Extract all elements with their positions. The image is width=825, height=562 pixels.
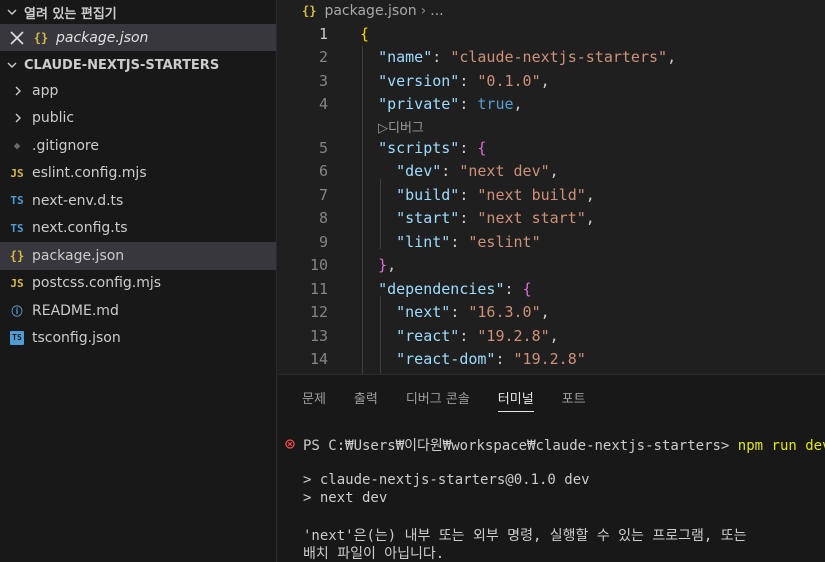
line-number: 5 <box>318 138 328 157</box>
terminal-output: > next dev <box>303 490 388 506</box>
line-number: 8 <box>318 209 328 228</box>
terminal-prompt-line: PS C:₩Users₩이다원₩workspace₩claude-nextjs-… <box>303 435 825 455</box>
code-line: 7 "build": "next build", <box>278 183 825 207</box>
chevron-down-icon <box>4 4 20 20</box>
open-editors-header[interactable]: 열려 있는 편집기 <box>0 0 276 24</box>
chevron-right-icon: › <box>420 3 427 19</box>
line-number: 12 <box>309 303 328 322</box>
terminal-command: npm run dev <box>737 438 825 454</box>
info-icon: ⓘ <box>11 304 23 318</box>
explorer-sidebar: 열려 있는 편집기 {} package.json CLAUDE-NEXTJS-… <box>0 0 277 562</box>
line-number: 3 <box>318 71 328 90</box>
line-number: 10 <box>309 256 328 275</box>
code-line: 14 "react-dom": "19.2.8" <box>278 348 825 372</box>
tree-item-postcss-config[interactable]: JS postcss.config.mjs <box>0 270 276 298</box>
breadcrumb-file[interactable]: package.json <box>324 3 416 19</box>
tree-item-package-json[interactable]: {} package.json <box>0 242 276 270</box>
git-file-icon: ◆ <box>13 139 21 153</box>
code-line: 5 "scripts": { <box>278 136 825 160</box>
chevron-right-icon <box>10 110 26 126</box>
code-line: 2 "name": "claude-nextjs-starters", <box>278 46 825 70</box>
code-line: 8 "start": "next start", <box>278 207 825 231</box>
line-number: 6 <box>318 162 328 181</box>
breadcrumb-more[interactable]: ... <box>430 3 443 19</box>
code-line: 13 "react": "19.2.8", <box>278 324 825 348</box>
tree-item-app[interactable]: app <box>0 77 276 105</box>
code-line: 9 "lint": "eslint" <box>278 230 825 254</box>
js-file-icon: JS <box>10 166 24 180</box>
tree-item-readme[interactable]: ⓘ README.md <box>0 297 276 325</box>
tab-problems[interactable]: 문제 <box>302 375 326 419</box>
code-line: 6 "dev": "next dev", <box>278 160 825 184</box>
tree-item-label: .gitignore <box>32 137 99 154</box>
error-circle-icon <box>285 439 295 449</box>
tree-item-eslint-config[interactable]: JS eslint.config.mjs <box>0 160 276 188</box>
tree-item-label: package.json <box>32 247 125 264</box>
line-number: 9 <box>318 232 328 251</box>
tree-item-next-env[interactable]: TS next-env.d.ts <box>0 187 276 215</box>
tree-item-label: tsconfig.json <box>32 330 121 347</box>
line-number: 1 <box>318 24 328 43</box>
tree-item-next-config[interactable]: TS next.config.ts <box>0 215 276 243</box>
code-line: 1{ <box>278 22 825 46</box>
project-title: CLAUDE-NEXTJS-STARTERS <box>24 57 220 73</box>
code-editor[interactable]: {} package.json › ... 1{ 2 "name": "clau… <box>278 0 825 376</box>
ts-file-icon: TS <box>10 194 24 208</box>
chevron-down-icon <box>4 57 20 73</box>
terminal-prompt: PS C:₩Users₩이다원₩workspace₩claude-nextjs-… <box>303 438 738 454</box>
open-editor-filename: package.json <box>56 29 149 46</box>
tree-item-public[interactable]: public <box>0 105 276 133</box>
line-number: 14 <box>309 350 328 369</box>
tree-item-label: README.md <box>32 302 119 319</box>
open-editors-title: 열려 있는 편집기 <box>24 6 117 22</box>
debug-codelens-label[interactable]: ▷디버그 <box>378 117 424 136</box>
terminal-error: 배치 파일이 아닙니다. <box>303 546 445 562</box>
bottom-panel: 문제 출력 디버그 콘솔 터미널 포트 PS C:₩Users₩이다원₩work… <box>278 374 825 562</box>
chevron-right-icon <box>10 83 26 99</box>
code-area[interactable]: 1{ 2 "name": "claude-nextjs-starters", 3… <box>278 22 825 376</box>
line-number: 2 <box>318 48 328 67</box>
tab-terminal[interactable]: 터미널 <box>497 375 534 419</box>
terminal-output: > claude-nextjs-starters@0.1.0 dev <box>303 472 590 488</box>
breadcrumb: {} package.json › ... <box>278 0 825 22</box>
tab-output[interactable]: 출력 <box>354 375 378 419</box>
line-number: 7 <box>318 185 328 204</box>
code-line: 4 "private": true, <box>278 93 825 117</box>
close-icon[interactable] <box>8 29 26 47</box>
json-file-icon: {} <box>302 4 317 18</box>
js-file-icon: JS <box>10 276 24 290</box>
open-editor-item[interactable]: {} package.json <box>0 24 276 51</box>
tree-item-label: next-env.d.ts <box>32 192 124 209</box>
tree-item-label: public <box>32 110 75 127</box>
panel-tabs: 문제 출력 디버그 콘솔 터미널 포트 <box>278 375 825 419</box>
code-line: 3 "version": "0.1.0", <box>278 69 825 93</box>
code-line: 12 "next": "16.3.0", <box>278 301 825 325</box>
codelens-debug[interactable]: ▷디버그 <box>278 116 825 136</box>
tree-item-label: app <box>32 82 59 99</box>
json-file-icon: {} <box>33 30 49 45</box>
tree-item-label: eslint.config.mjs <box>32 165 147 182</box>
tree-item-label: next.config.ts <box>32 220 128 237</box>
line-number: 4 <box>318 95 328 114</box>
tab-debug-console[interactable]: 디버그 콘솔 <box>406 375 470 419</box>
tsconfig-file-icon: TS <box>10 331 24 346</box>
terminal-error: 'next'은(는) 내부 또는 외부 명령, 실행할 수 있는 프로그램, 또… <box>303 528 747 544</box>
project-header[interactable]: CLAUDE-NEXTJS-STARTERS <box>0 53 276 77</box>
tree-item-gitignore[interactable]: ◆ .gitignore <box>0 132 276 160</box>
tree-item-label: postcss.config.mjs <box>32 275 162 292</box>
tab-ports[interactable]: 포트 <box>562 375 586 419</box>
code-line: 11 "dependencies": { <box>278 277 825 301</box>
tree-item-tsconfig[interactable]: TS tsconfig.json <box>0 325 276 353</box>
json-file-icon: {} <box>9 248 25 263</box>
line-number: 11 <box>309 279 328 298</box>
line-number: 13 <box>309 326 328 345</box>
ts-file-icon: TS <box>10 221 24 235</box>
code-line: 10 }, <box>278 254 825 278</box>
